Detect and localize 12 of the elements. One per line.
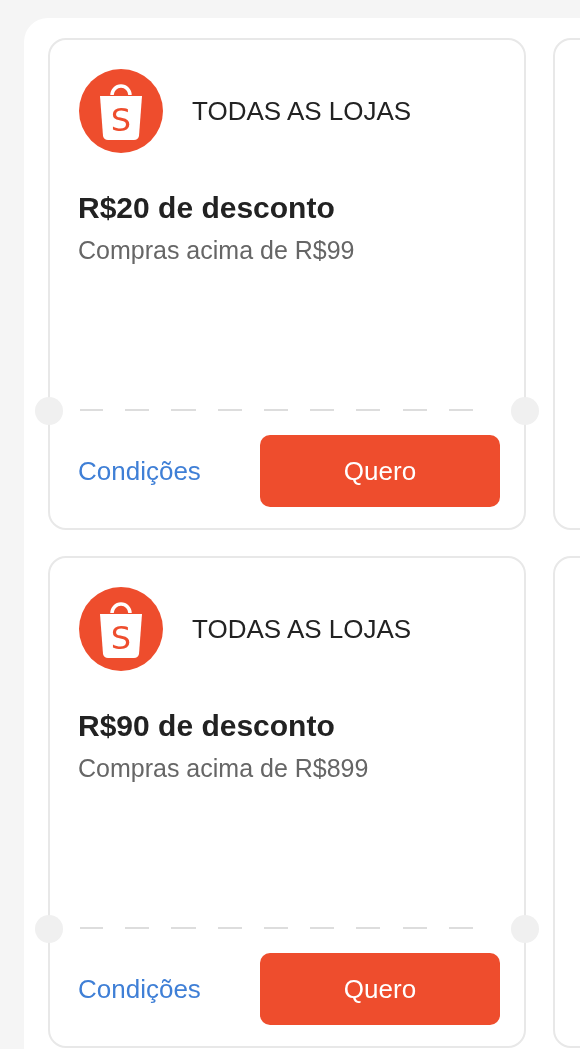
shopping-bag-logo: S: [78, 586, 164, 672]
discount-title: R$90 de desconto: [78, 708, 336, 744]
claim-button[interactable]: Quero: [260, 953, 500, 1025]
store-label: TODAS AS LOJAS: [192, 612, 412, 646]
conditions-link[interactable]: Condições: [78, 969, 201, 1009]
store-label: TODAS AS LOJAS: [192, 94, 412, 128]
minimum-purchase-text: Compras acima de R$899: [78, 753, 370, 784]
shopping-bag-logo: S: [78, 68, 164, 154]
minimum-purchase-text: Compras acima de R$99: [78, 235, 356, 266]
claim-button[interactable]: Quero: [260, 435, 500, 507]
discount-title: R$20 de desconto: [78, 190, 336, 226]
conditions-link[interactable]: Condições: [78, 451, 201, 491]
